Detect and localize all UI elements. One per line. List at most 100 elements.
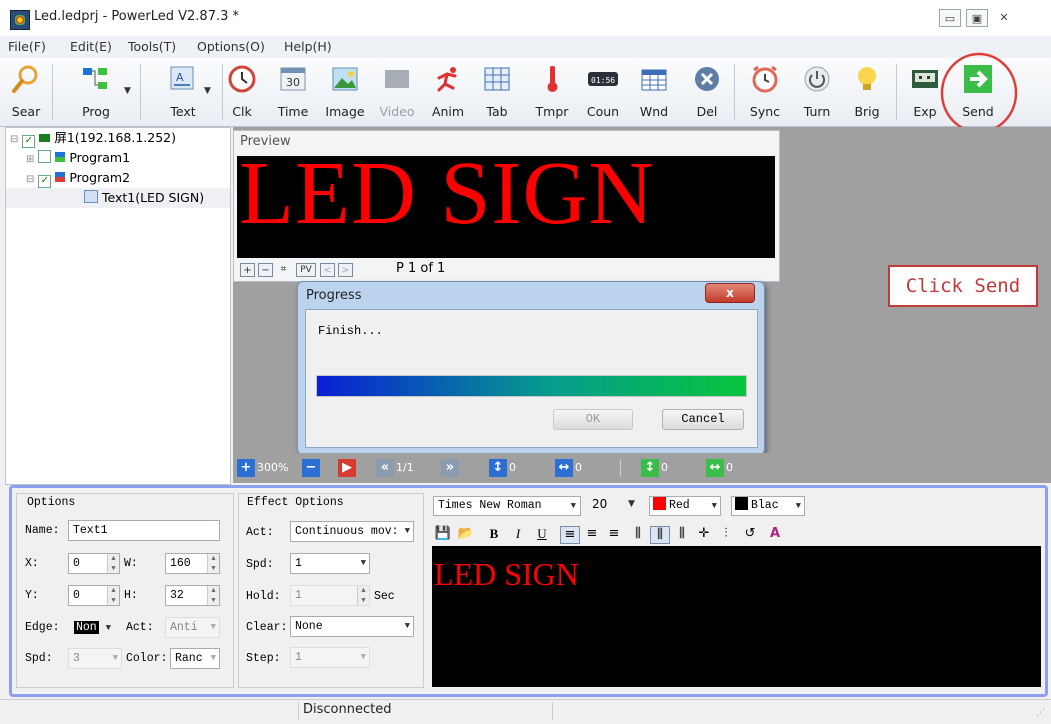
zoom-out-control[interactable]: − <box>302 459 322 477</box>
vertical-size-control[interactable]: ↕ 0 <box>489 459 516 477</box>
close-window-icon[interactable]: ✕ <box>993 9 1015 27</box>
preview-zoom-in-button[interactable]: + <box>240 263 255 277</box>
y-spinner[interactable]: ▲ ▼ <box>107 586 119 605</box>
plus-icon: + <box>237 459 255 477</box>
edge-color-select[interactable]: Ranc ▼ <box>170 648 220 669</box>
toolbar-video-button[interactable]: Video <box>376 60 418 124</box>
menu-options[interactable]: Options(O) <box>197 39 265 54</box>
toolbar-table-button[interactable]: Tab <box>480 60 514 124</box>
zoom-in-control[interactable]: +300% <box>237 459 288 477</box>
valign-top-icon[interactable]: ⫼ <box>630 526 646 542</box>
toolbar-turn-button[interactable]: Turn <box>798 60 836 124</box>
menu-file[interactable]: File(F) <box>8 39 46 54</box>
edge-act-select[interactable]: Anti ▼ <box>165 617 220 638</box>
toolbar-window-button[interactable]: Wnd <box>632 60 676 124</box>
italic-button[interactable]: I <box>510 526 526 542</box>
maximize-icon[interactable]: ▣ <box>966 9 988 27</box>
effect-spd-select[interactable]: 1 ▼ <box>290 553 370 574</box>
step-select[interactable]: 1 ▼ <box>290 647 370 668</box>
preview-next-button[interactable]: > <box>338 263 353 277</box>
toolbar-export-button[interactable]: Exp <box>906 60 944 124</box>
hold-input[interactable]: 1 ▲ ▼ <box>290 585 370 606</box>
menu-edit[interactable]: Edit(E) <box>70 39 112 54</box>
ok-button[interactable]: OK <box>553 409 633 430</box>
checkbox-icon[interactable] <box>38 150 52 163</box>
vertical-align-control[interactable]: ↕ 0 <box>641 459 668 477</box>
toolbar-sync-button[interactable]: Sync <box>744 60 786 124</box>
horizontal-align-control[interactable]: ↔ 0 <box>706 459 733 477</box>
play-control[interactable]: ▶ <box>338 459 358 477</box>
open-folder-icon[interactable]: 📂 <box>456 526 476 542</box>
toolbar-counter-button[interactable]: 01:56 Coun <box>580 60 626 124</box>
cancel-button[interactable]: Cancel <box>662 409 744 430</box>
underline-button[interactable]: U <box>534 526 550 542</box>
dialog-close-icon[interactable]: x <box>705 283 755 303</box>
w-input[interactable]: 160 ▲ ▼ <box>165 553 220 574</box>
x-input[interactable]: 0 ▲ ▼ <box>68 553 120 574</box>
toolbar-search-button[interactable]: Sear <box>6 60 46 124</box>
foreground-color-select[interactable]: Red ▼ <box>649 496 721 516</box>
page-prev-control[interactable]: «1/1 <box>376 459 414 477</box>
toolbar-clock-button[interactable]: Clk <box>226 60 258 124</box>
valign-bottom-icon[interactable]: ⫼ <box>674 526 690 542</box>
edge-select[interactable]: Non ▼ <box>74 617 122 638</box>
step-label: Step: <box>246 652 281 665</box>
clear-select[interactable]: None ▼ <box>290 616 414 637</box>
w-spinner[interactable]: ▲ ▼ <box>207 554 219 573</box>
minimize-icon[interactable]: ▭ <box>939 9 961 27</box>
horizontal-size-control[interactable]: ↔ 0 <box>555 459 582 477</box>
preview-prev-button[interactable]: < <box>320 263 335 277</box>
toolbar-text-button[interactable]: A ▼ Text <box>152 60 214 124</box>
toolbar-brightness-button[interactable]: Brig <box>848 60 886 124</box>
calendar-icon: 30 <box>280 67 306 91</box>
toolbar-delete-button[interactable]: Del <box>688 60 726 124</box>
h-input[interactable]: 32 ▲ ▼ <box>165 585 220 606</box>
menu-help[interactable]: Help(H) <box>284 39 332 54</box>
tree-text1-node[interactable]: Text1(LED SIGN) <box>6 188 230 208</box>
toolbar-temperature-button[interactable]: Tmpr <box>530 60 574 124</box>
text-editor[interactable]: LED SIGN <box>432 546 1041 687</box>
hold-spinner[interactable]: ▲ ▼ <box>357 586 369 605</box>
preview-pv-button[interactable]: PV <box>296 263 316 277</box>
spacing-icon[interactable]: ✛ <box>696 526 712 542</box>
toolbar-animation-button[interactable]: Anim <box>428 60 468 124</box>
x-spinner[interactable]: ▲ ▼ <box>107 554 119 573</box>
preview-zoom-out-button[interactable]: − <box>258 263 273 277</box>
page-next-control[interactable]: » <box>441 459 461 477</box>
y-input[interactable]: 0 ▲ ▼ <box>68 585 120 606</box>
align-center-icon[interactable]: ≡ <box>584 526 600 542</box>
checkbox-checked-icon[interactable]: ✓ <box>22 135 36 148</box>
horizontal-arrows-icon: ↔ <box>555 459 573 477</box>
toolbar-window-label: Wnd <box>639 104 669 119</box>
horizontal-align-value: 0 <box>726 461 733 474</box>
align-left-icon[interactable]: ≡ <box>560 526 580 544</box>
toolbar-image-button[interactable]: Image <box>320 60 370 124</box>
tree-screen-node[interactable]: ⊟ ✓ 屏1(192.168.1.252) <box>6 128 230 148</box>
valign-middle-icon[interactable]: ⫼ <box>650 526 670 544</box>
background-color-select[interactable]: Blac ▼ <box>731 496 805 516</box>
name-input[interactable]: Text1 <box>68 520 220 541</box>
preview-fit-button[interactable]: ⌗ <box>276 263 291 277</box>
text-color-icon[interactable]: A <box>766 526 784 542</box>
toolbar-time-button[interactable]: 30 Time <box>274 60 312 124</box>
resize-grip-icon[interactable]: ⋰ <box>1036 708 1045 718</box>
font-size-select[interactable]: 20 ▼ <box>592 497 640 515</box>
tree-program2-node[interactable]: ⊟ ✓ Program2 <box>6 168 230 188</box>
w-value: 160 <box>170 557 191 570</box>
menu-tools[interactable]: Tools(T) <box>128 39 176 54</box>
line-spacing-icon[interactable]: ⫶ <box>718 526 734 542</box>
align-right-icon[interactable]: ≡ <box>606 526 622 542</box>
save-icon[interactable]: 💾 <box>434 526 452 542</box>
edge-spd-select[interactable]: 3 ▼ <box>68 648 122 669</box>
font-select[interactable]: Times New Roman ▼ <box>433 496 581 516</box>
effect-act-select[interactable]: Continuous mov: ▼ <box>290 521 414 542</box>
checkbox-checked-icon[interactable]: ✓ <box>38 175 52 188</box>
svg-text:01:56: 01:56 <box>591 76 615 85</box>
tree-program1-node[interactable]: ⊞ Program1 <box>6 148 230 168</box>
rotate-icon[interactable]: ↺ <box>742 526 758 542</box>
h-spinner[interactable]: ▲ ▼ <box>207 586 219 605</box>
chevron-down-icon: ▼ <box>112 653 118 663</box>
toolbar-program-button[interactable]: ▼ Prog <box>64 60 131 124</box>
image-icon <box>332 67 358 91</box>
bold-button[interactable]: B <box>486 526 502 542</box>
